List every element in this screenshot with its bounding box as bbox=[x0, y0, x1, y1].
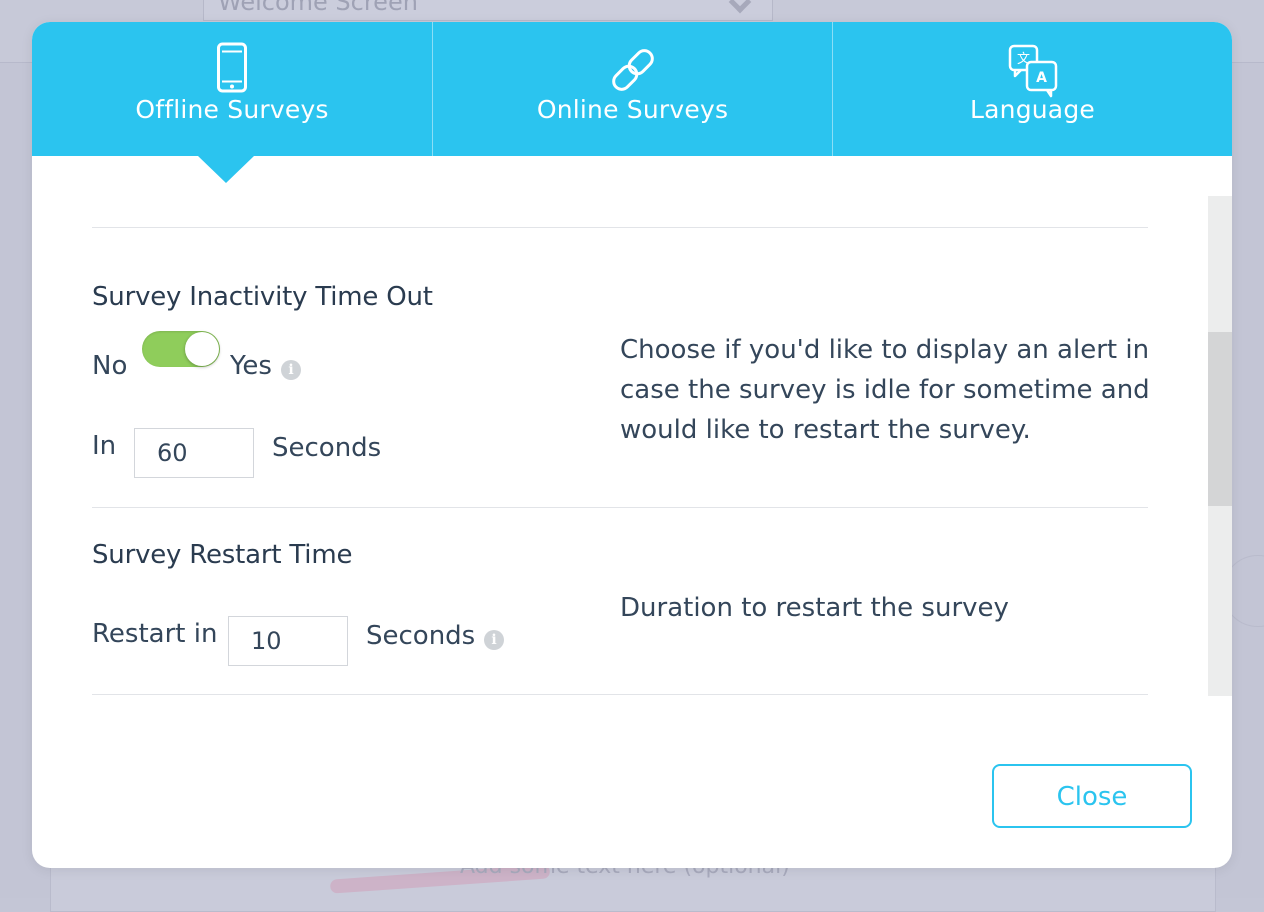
timeout-seconds-input[interactable] bbox=[134, 428, 254, 478]
tab-language[interactable]: 文 A Language bbox=[832, 22, 1232, 156]
toggle-yes-label: Yes bbox=[230, 351, 272, 381]
chevron-down-icon bbox=[728, 0, 752, 14]
divider bbox=[92, 227, 1148, 228]
scrollbar-thumb[interactable] bbox=[1208, 332, 1232, 506]
restart-in-label: Restart in bbox=[92, 619, 218, 649]
translate-icon: 文 A bbox=[1003, 42, 1063, 98]
restart-section-title: Survey Restart Time bbox=[92, 540, 353, 570]
timeout-seconds-label: Seconds bbox=[272, 433, 382, 463]
background-screen-select: Welcome Screen bbox=[203, 0, 773, 21]
settings-content: Survey Inactivity Time Out No Yes i In S… bbox=[92, 196, 1148, 696]
active-tab-indicator bbox=[198, 156, 254, 183]
tab-online-surveys-label: Online Surveys bbox=[536, 95, 729, 124]
toggle-knob[interactable] bbox=[185, 332, 219, 366]
tab-language-label: Language bbox=[970, 95, 1095, 124]
settings-modal: Offline Surveys Online Surveys 文 A Langu… bbox=[32, 22, 1232, 868]
divider bbox=[92, 694, 1148, 695]
svg-text:A: A bbox=[1036, 70, 1047, 86]
background-screen-select-value: Welcome Screen bbox=[218, 0, 418, 16]
tab-offline-surveys-label: Offline Surveys bbox=[135, 95, 329, 124]
restart-description: Duration to restart the survey bbox=[620, 593, 1009, 623]
restart-seconds-label: Seconds bbox=[366, 621, 476, 651]
timeout-in-label: In bbox=[92, 431, 117, 461]
inactivity-toggle[interactable] bbox=[142, 331, 220, 367]
toggle-no-label: No bbox=[92, 351, 128, 381]
restart-seconds-input[interactable] bbox=[228, 616, 348, 666]
tab-bar: Offline Surveys Online Surveys 文 A Langu… bbox=[32, 22, 1232, 156]
tab-online-surveys[interactable]: Online Surveys bbox=[432, 22, 832, 156]
info-icon[interactable]: i bbox=[484, 630, 504, 650]
phone-icon bbox=[202, 42, 262, 98]
close-button[interactable]: Close bbox=[992, 764, 1192, 828]
link-icon bbox=[603, 42, 663, 98]
scrollbar-track[interactable] bbox=[1208, 196, 1232, 696]
inactivity-section-title: Survey Inactivity Time Out bbox=[92, 282, 433, 312]
divider bbox=[92, 507, 1148, 508]
info-icon[interactable]: i bbox=[281, 360, 301, 380]
tab-offline-surveys[interactable]: Offline Surveys bbox=[32, 22, 432, 156]
inactivity-description: Choose if you'd like to display an alert… bbox=[620, 335, 1148, 445]
